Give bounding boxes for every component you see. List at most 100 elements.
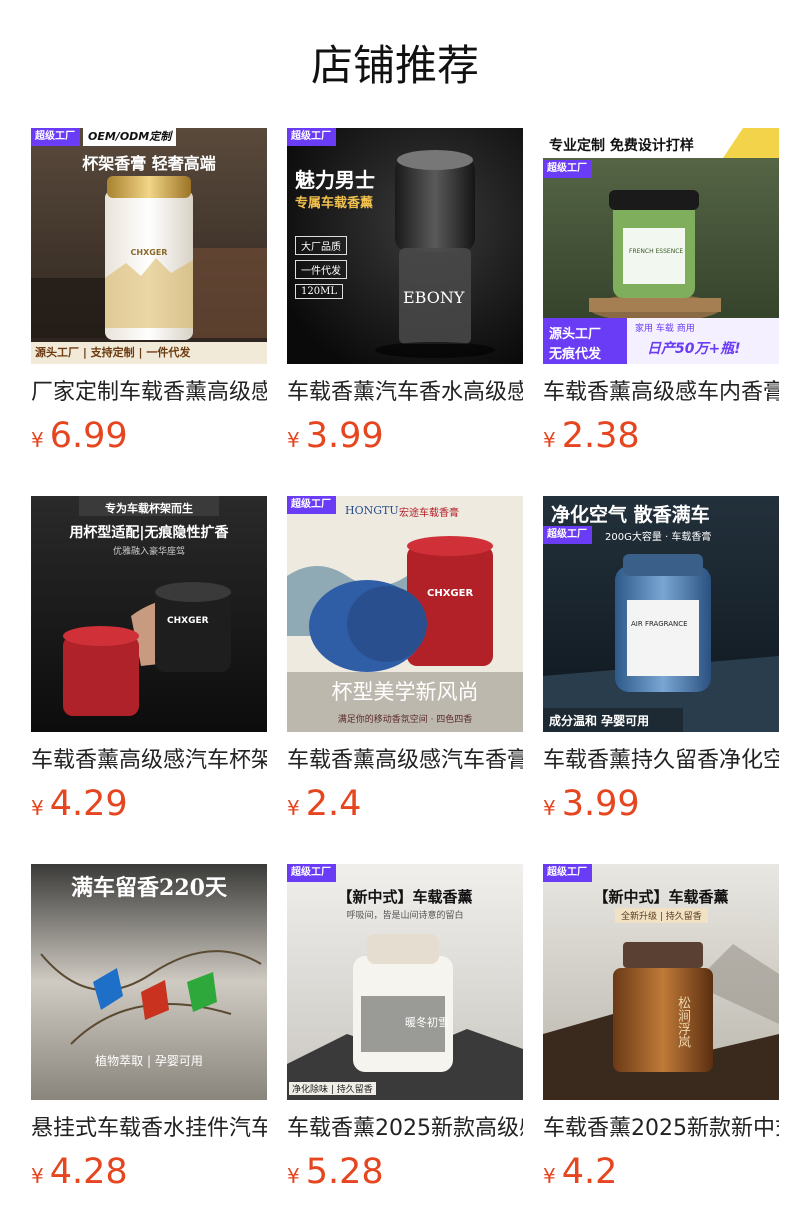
currency-symbol: ¥: [543, 796, 556, 820]
image-headline: 专业定制 免费设计打样: [549, 138, 694, 154]
image-subline: 200G大容量 · 车载香膏: [605, 532, 712, 543]
product-name[interactable]: 车载香薰高级感汽车香膏: [287, 744, 523, 778]
image-brand-top: HONGTU: [345, 504, 399, 517]
price-value: 2.4: [305, 784, 362, 824]
product-price: ¥4.2: [543, 1150, 617, 1194]
currency-symbol: ¥: [31, 1164, 44, 1188]
product-price: ¥3.99: [543, 782, 640, 826]
product-price: ¥5.28: [287, 1150, 384, 1194]
image-brand: EBONY: [403, 288, 465, 307]
product-price: ¥6.99: [31, 414, 128, 458]
product-card[interactable]: 满车留香220天 植物萃取 | 孕婴可用 悬挂式车载香水挂件汽车吊坠 ¥4.28: [31, 864, 267, 1204]
image-headline: 魅力男士: [295, 168, 375, 192]
super-factory-badge: 超级工厂: [543, 160, 592, 178]
image-subline: 专属车载香薰: [295, 196, 374, 211]
price-value: 6.99: [49, 416, 128, 456]
product-price: ¥2.38: [543, 414, 640, 458]
image-tag: 专为车载杯架而生: [105, 502, 193, 515]
price-value: 2.38: [561, 416, 640, 456]
super-factory-badge: 超级工厂: [543, 864, 592, 882]
currency-symbol: ¥: [543, 428, 556, 452]
currency-symbol: ¥: [287, 428, 300, 452]
currency-symbol: ¥: [287, 1164, 300, 1188]
product-image[interactable]: 满车留香220天 植物萃取 | 孕婴可用: [31, 864, 267, 1100]
product-price: ¥4.28: [31, 1150, 128, 1194]
product-name[interactable]: 车载香薰持久留香净化空气: [543, 744, 779, 778]
image-headline: 净化空气 散香满车: [551, 504, 710, 526]
image-subline: 呼吸间，皆是山间诗意的留白: [346, 911, 464, 921]
product-image[interactable]: 超级工厂 HONGTU 宏途车载香膏 CHXGER 杯型美学新风尚 满足你的移动…: [287, 496, 523, 732]
product-image[interactable]: 专为车载杯架而生 用杯型适配|无痕隐性扩香 优雅融入豪华座驾 CHXGER: [31, 496, 267, 732]
price-value: 4.2: [561, 1152, 618, 1192]
product-image[interactable]: 超级工厂 魅力男士 专属车载香薰 大厂品质 一件代发 120ML EBONY: [287, 128, 523, 364]
image-footer: 植物萃取 | 孕婴可用: [95, 1054, 203, 1068]
product-image[interactable]: 超级工厂 【新中式】车载香薰 呼吸间，皆是山间诗意的留白 暖冬初雪 净化除味 |…: [287, 864, 523, 1100]
page-title: 店铺推荐: [310, 41, 479, 90]
image-footer: 无痕代发: [549, 347, 602, 362]
product-image[interactable]: 超级工厂 【新中式】车载香薰 全新升级 | 持久留香 松涧浮岚: [543, 864, 779, 1100]
image-label: FRENCH ESSENCE: [629, 248, 684, 255]
image-brand: CHXGER: [427, 588, 474, 599]
image-label: AIR FRAGRANCE: [631, 620, 688, 628]
image-chip: 一件代发: [295, 260, 347, 279]
image-footer: 成分温和 孕婴可用: [549, 714, 650, 728]
product-name[interactable]: 车载香薰2025新款新中式香水: [543, 1112, 779, 1146]
product-card[interactable]: 超级工厂 魅力男士 专属车载香薰 大厂品质 一件代发 120ML EBONY 车…: [287, 128, 523, 468]
price-value: 5.28: [305, 1152, 384, 1192]
image-label: 松涧浮岚: [675, 996, 690, 1048]
currency-symbol: ¥: [31, 796, 44, 820]
image-headline: 杯型美学新风尚: [331, 680, 479, 704]
price-value: 4.28: [49, 1152, 128, 1192]
product-name[interactable]: 车载香薰汽车香水高级感男士: [287, 376, 523, 410]
image-subline: 优雅融入豪华座驾: [112, 547, 185, 557]
image-headline: 【新中式】车载香薰: [593, 888, 729, 906]
product-card[interactable]: 超级工厂 OEM/ODM定制 杯架香膏 轻奢高端 CHXGER 源头工厂 | 支…: [31, 128, 267, 468]
product-name[interactable]: 车载香薰2025新款高级感香水: [287, 1112, 523, 1146]
price-value: 4.29: [49, 784, 128, 824]
image-brand: CHXGER: [167, 616, 209, 626]
currency-symbol: ¥: [31, 428, 44, 452]
super-factory-badge: 超级工厂: [287, 496, 336, 514]
super-factory-badge: 超级工厂: [543, 526, 592, 544]
product-card[interactable]: 专为车载杯架而生 用杯型适配|无痕隐性扩香 优雅融入豪华座驾 CHXGER 车载…: [31, 496, 267, 836]
product-name[interactable]: 车载香薰高级感汽车杯架香膏: [31, 744, 267, 778]
image-footer: 源头工厂: [549, 327, 602, 342]
currency-symbol: ¥: [543, 1164, 556, 1188]
image-footer: 家用 车载 商用: [635, 324, 695, 334]
image-footer: 净化除味 | 持久留香: [289, 1082, 376, 1095]
image-headline: 【新中式】车载香薰: [337, 888, 473, 906]
oem-tag: OEM/ODM定制: [83, 128, 177, 146]
image-headline: 满车留香220天: [71, 875, 227, 901]
product-card[interactable]: 超级工厂 【新中式】车载香薰 呼吸间，皆是山间诗意的留白 暖冬初雪 净化除味 |…: [287, 864, 523, 1204]
product-price: ¥2.4: [287, 782, 361, 826]
product-image[interactable]: 净化空气 散香满车 超级工厂 200G大容量 · 车载香膏 AIR FRAGRA…: [543, 496, 779, 732]
image-brand: CHXGER: [130, 248, 168, 257]
super-factory-badge: 超级工厂: [287, 128, 336, 146]
product-image[interactable]: 超级工厂 OEM/ODM定制 杯架香膏 轻奢高端 CHXGER 源头工厂 | 支…: [31, 128, 267, 364]
product-price: ¥3.99: [287, 414, 384, 458]
product-card[interactable]: 专业定制 免费设计打样 超级工厂 FRENCH ESSENCE 源头工厂 无痕代…: [543, 128, 779, 468]
image-subline: 全新升级 | 持久留香: [615, 908, 708, 923]
product-card[interactable]: 超级工厂 HONGTU 宏途车载香膏 CHXGER 杯型美学新风尚 满足你的移动…: [287, 496, 523, 836]
image-chip: 120ML: [295, 284, 343, 299]
super-factory-badge: 超级工厂: [31, 128, 80, 146]
product-price: ¥4.29: [31, 782, 128, 826]
image-footer: 日产50万+瓶!: [647, 341, 741, 357]
price-value: 3.99: [561, 784, 640, 824]
product-image[interactable]: 专业定制 免费设计打样 超级工厂 FRENCH ESSENCE 源头工厂 无痕代…: [543, 128, 779, 364]
product-name[interactable]: 厂家定制车载香薰高级感汽车香水: [31, 376, 267, 410]
image-headline: 杯架香膏 轻奢高端: [82, 154, 216, 173]
image-tag: 宏途车载香膏: [399, 508, 459, 519]
currency-symbol: ¥: [287, 796, 300, 820]
product-name[interactable]: 悬挂式车载香水挂件汽车吊坠: [31, 1112, 267, 1146]
product-name[interactable]: 车载香薰高级感车内香膏: [543, 376, 779, 410]
image-footer: 源头工厂 | 支持定制 | 一件代发: [35, 346, 191, 359]
image-footer: 满足你的移动香氛空间 · 四色四香: [337, 715, 473, 725]
product-card[interactable]: 超级工厂 【新中式】车载香薰 全新升级 | 持久留香 松涧浮岚 车载香薰2025…: [543, 864, 779, 1204]
image-chip: 大厂品质: [295, 236, 347, 255]
image-headline: 用杯型适配|无痕隐性扩香: [69, 525, 229, 541]
image-label: 暖冬初雪: [405, 1016, 449, 1029]
price-value: 3.99: [305, 416, 384, 456]
product-card[interactable]: 净化空气 散香满车 超级工厂 200G大容量 · 车载香膏 AIR FRAGRA…: [543, 496, 779, 836]
super-factory-badge: 超级工厂: [287, 864, 336, 882]
